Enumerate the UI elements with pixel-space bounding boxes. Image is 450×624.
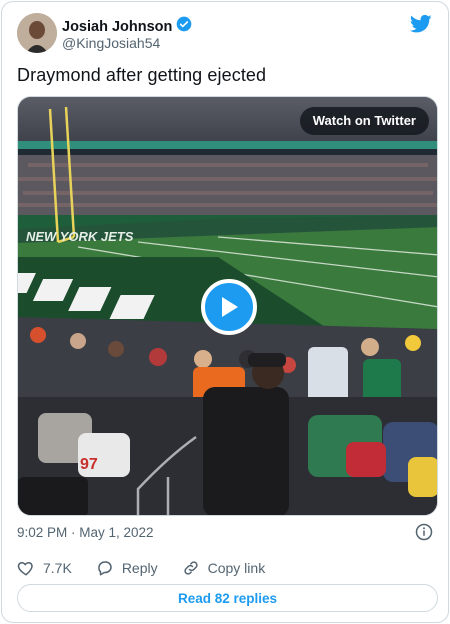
read-replies-button[interactable]: Read 82 replies [17, 584, 438, 612]
verified-badge-icon [176, 16, 192, 37]
author-name[interactable]: Josiah Johnson [62, 19, 172, 35]
stadium-banner-text: NEW YORK JETS [26, 229, 134, 244]
author-handle[interactable]: @KingJosiah54 [62, 35, 160, 51]
link-icon [183, 561, 198, 575]
tweet-text: Draymond after getting ejected [17, 65, 267, 85]
play-icon [222, 297, 238, 317]
copy-link-label: Copy link [207, 560, 266, 576]
copy-link-button[interactable]: Copy link [182, 559, 266, 577]
twitter-bird-icon[interactable] [409, 14, 432, 34]
svg-text:97: 97 [80, 456, 98, 473]
info-icon[interactable] [415, 523, 433, 541]
like-count: 7.7K [43, 560, 72, 576]
heart-icon [17, 562, 33, 576]
play-button[interactable] [201, 279, 257, 335]
like-button[interactable]: 7.7K [17, 559, 72, 577]
speech-bubble-icon [98, 561, 112, 576]
tweet-timestamp[interactable]: 9:02 PM · May 1, 2022 [17, 525, 154, 540]
avatar[interactable] [17, 13, 57, 53]
reply-label: Reply [121, 560, 158, 576]
tweet-card[interactable]: Josiah Johnson @KingJosiah54 Draymond af… [1, 1, 449, 623]
watch-on-twitter-button[interactable]: Watch on Twitter [299, 107, 429, 135]
reply-button[interactable]: Reply [96, 559, 158, 577]
video-player[interactable]: 97 NEW YORK JETS Watch on Twitter [17, 96, 438, 516]
